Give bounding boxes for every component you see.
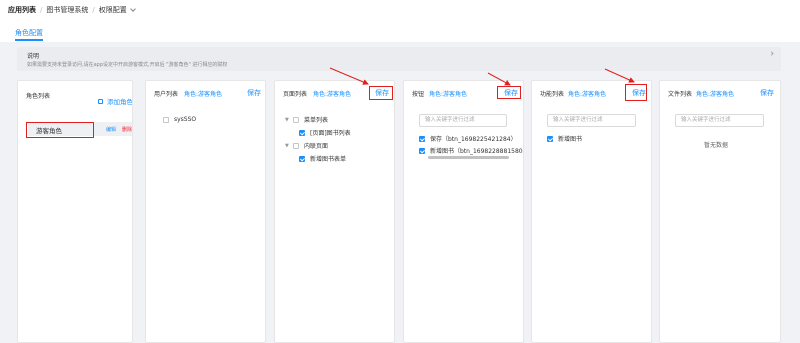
annotation-arrow (329, 67, 369, 85)
annotation-arrows (329, 67, 635, 86)
annotation-arrow (604, 68, 635, 83)
annotation-arrow (487, 72, 511, 86)
